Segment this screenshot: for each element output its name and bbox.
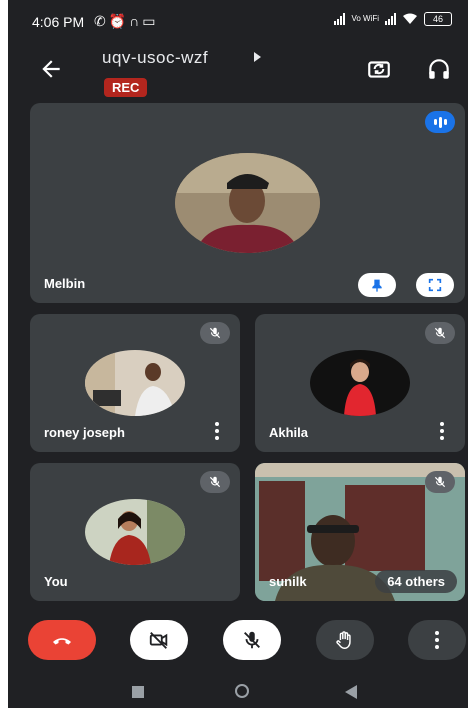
fullscreen-icon <box>428 278 442 292</box>
mic-off-icon <box>425 471 455 493</box>
more-vert-icon[interactable] <box>214 422 220 440</box>
participant-photo <box>85 350 185 416</box>
participant-name: roney joseph <box>44 425 125 440</box>
signal-icon <box>334 13 346 25</box>
participant-name: Akhila <box>269 425 309 440</box>
switch-camera-icon[interactable] <box>366 56 392 82</box>
battery-icon: 46 <box>424 12 452 26</box>
mic-off-icon <box>200 471 230 493</box>
mic-off-icon <box>425 322 455 344</box>
headset-icon: ∩ <box>129 13 143 29</box>
signal-icon-2 <box>385 13 396 25</box>
avatar <box>310 350 410 416</box>
recents-icon[interactable] <box>132 686 144 698</box>
participant-tile[interactable]: roney joseph <box>30 314 240 452</box>
back-icon[interactable] <box>345 685 357 699</box>
participant-tile[interactable]: Akhila <box>255 314 465 452</box>
system-nav-bar <box>8 672 468 708</box>
headphones-icon[interactable] <box>426 56 452 82</box>
meet-screen: 4:06 PM ✆⏰∩▭ Vo WiFi 46 uqv-usoc-wzf REC <box>8 0 468 708</box>
wifi-icon <box>403 13 417 24</box>
back-arrow-icon[interactable] <box>38 56 64 82</box>
raise-hand-icon <box>336 631 351 649</box>
others-count-badge[interactable]: 64 others <box>375 570 457 593</box>
participant-photo <box>85 499 185 565</box>
mic-off-icon <box>244 631 260 649</box>
participant-name: Melbin <box>44 276 86 291</box>
more-vert-icon[interactable] <box>439 422 445 440</box>
participant-photo <box>175 153 320 253</box>
end-call-icon <box>53 638 71 645</box>
mic-off-icon <box>200 322 230 344</box>
recording-badge: REC <box>104 78 148 97</box>
microphone-toggle-button[interactable] <box>223 620 281 660</box>
participant-name: sunilk <box>269 574 307 589</box>
more-vert-icon <box>434 631 440 649</box>
raise-hand-button[interactable] <box>316 620 374 660</box>
pin-icon <box>372 279 382 292</box>
status-right: Vo WiFi 46 <box>334 12 452 26</box>
speaking-indicator <box>425 111 455 133</box>
pin-button[interactable] <box>358 273 396 297</box>
camera-off-icon <box>149 632 168 649</box>
no-call-icon: ✆ <box>94 13 109 29</box>
vowifi-label: Vo WiFi <box>351 14 379 23</box>
call-controls <box>8 608 468 672</box>
participant-name: You <box>44 574 68 589</box>
video-icon: ▭ <box>142 13 159 29</box>
home-icon[interactable] <box>235 684 249 698</box>
end-call-button[interactable] <box>28 620 96 660</box>
meeting-info-caret-icon[interactable] <box>254 52 261 62</box>
alarm-icon: ⏰ <box>108 13 130 29</box>
camera-toggle-button[interactable] <box>130 620 188 660</box>
self-tile[interactable]: You <box>30 463 240 601</box>
avatar <box>175 153 320 253</box>
avatar <box>85 350 185 416</box>
status-icons: ✆⏰∩▭ <box>94 13 158 30</box>
status-time: 4:06 PM <box>32 14 85 30</box>
fullscreen-button[interactable] <box>416 273 454 297</box>
meeting-code[interactable]: uqv-usoc-wzf <box>102 48 208 68</box>
main-speaker-tile[interactable]: Melbin <box>30 103 465 303</box>
status-bar: 4:06 PM ✆⏰∩▭ Vo WiFi 46 <box>8 0 468 40</box>
more-options-button[interactable] <box>408 620 466 660</box>
meeting-header: uqv-usoc-wzf REC <box>8 42 468 98</box>
participant-photo <box>310 350 410 416</box>
others-tile[interactable]: sunilk 64 others <box>255 463 465 601</box>
avatar <box>85 499 185 565</box>
